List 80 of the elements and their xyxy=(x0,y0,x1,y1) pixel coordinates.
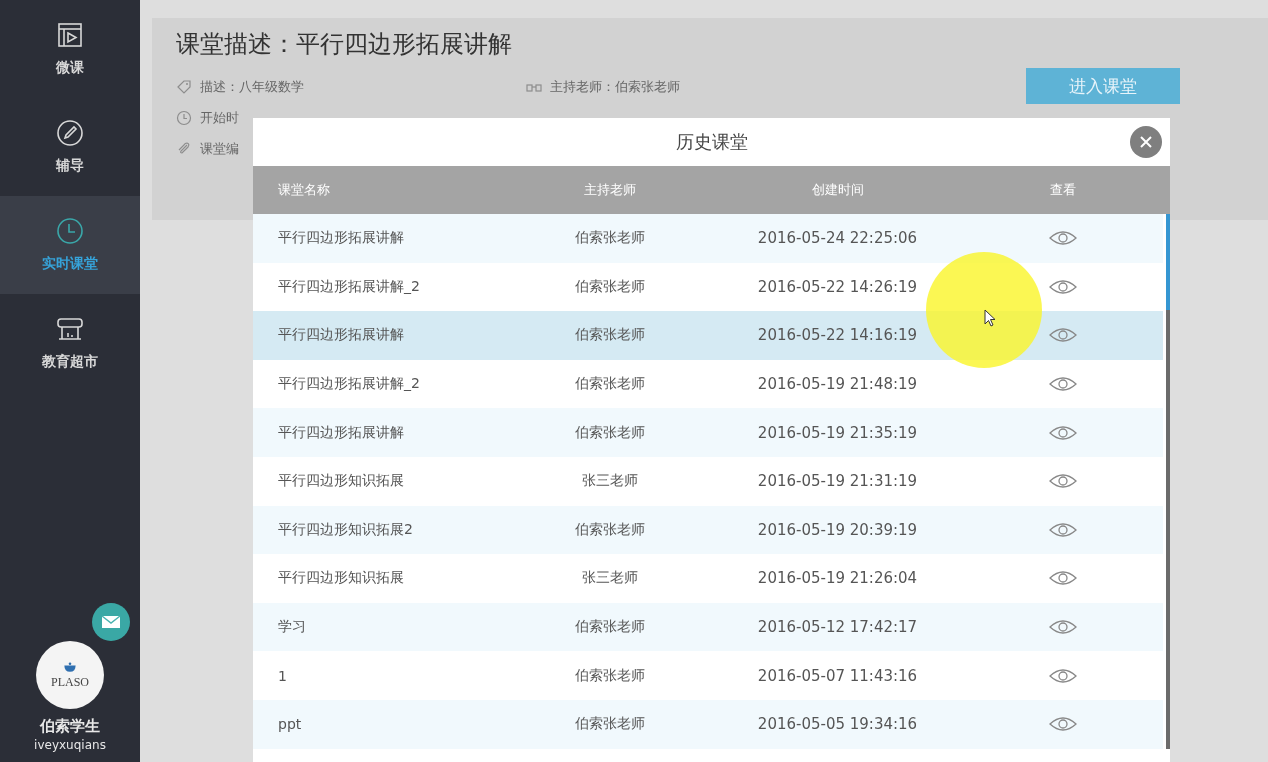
table-row[interactable]: 平行四边形拓展讲解 伯索张老师 2016-05-24 22:25:06 xyxy=(253,214,1163,263)
clock-icon xyxy=(176,110,192,126)
view-icon[interactable] xyxy=(1048,278,1077,295)
lesson-name: 学习 xyxy=(277,618,307,637)
teacher-name: 伯索张老师 xyxy=(574,229,646,248)
lesson-name: 平行四边形拓展讲解 xyxy=(277,423,405,442)
column-header: 主持老师 xyxy=(583,181,637,199)
dialog-title: 历史课堂 xyxy=(675,130,748,154)
close-button[interactable] xyxy=(1130,126,1162,158)
lesson-name: 1 xyxy=(277,667,288,684)
created-time: 2016-05-22 14:16:19 xyxy=(756,326,919,345)
view-icon[interactable] xyxy=(1048,521,1077,538)
teacher-name: 张三老师 xyxy=(581,569,639,588)
field-text: 主持老师：伯索张老师 xyxy=(550,78,680,96)
teacher-name: 伯索张老师 xyxy=(574,666,646,685)
created-time: 2016-05-19 21:48:19 xyxy=(756,375,919,394)
sidebar-item[interactable]: 教育超市 xyxy=(0,294,140,392)
logo-text: PLASO xyxy=(51,674,89,690)
video-icon xyxy=(56,21,84,49)
sidebar-item[interactable]: 微课 xyxy=(0,0,140,98)
view-icon[interactable] xyxy=(1048,424,1077,441)
teapot-icon xyxy=(62,660,78,673)
paperclip-icon xyxy=(176,141,192,157)
lesson-name: 平行四边形拓展讲解_2 xyxy=(277,375,421,394)
table-row[interactable]: 平行四边形知识拓展2 伯索张老师 2016-05-19 20:39:19 xyxy=(253,505,1163,555)
lesson-title: 课堂描述：平行四边形拓展讲解 xyxy=(176,29,513,60)
lesson-name: 平行四边形拓展讲解 xyxy=(277,229,405,248)
sidebar-item[interactable]: 辅导 xyxy=(0,98,140,196)
teacher-name: 伯索张老师 xyxy=(574,618,646,637)
created-time: 2016-05-12 17:42:17 xyxy=(756,618,919,637)
store-icon xyxy=(56,315,84,343)
table-row[interactable]: ppt 伯索张老师 2016-05-05 19:34:16 xyxy=(253,699,1163,749)
field-text: 描述：八年级数学 xyxy=(200,78,304,96)
view-icon[interactable] xyxy=(1048,619,1077,636)
view-icon[interactable] xyxy=(1048,716,1077,733)
teacher-name: 伯索张老师 xyxy=(574,277,646,296)
field-text: 开始时 xyxy=(200,109,239,127)
avatar[interactable]: PLASO xyxy=(36,641,104,709)
created-time: 2016-05-24 22:25:06 xyxy=(756,229,919,248)
column-header: 查看 xyxy=(1048,181,1077,199)
field-text: 课堂编 xyxy=(200,140,239,158)
column-header: 创建时间 xyxy=(810,181,865,199)
sidebar-item[interactable]: 实时课堂 xyxy=(0,196,140,294)
table-row[interactable]: 学习 伯索张老师 2016-05-12 17:42:17 xyxy=(253,602,1163,652)
teacher-name: 伯索张老师 xyxy=(574,326,646,345)
mail-icon[interactable] xyxy=(92,603,130,641)
teacher-name: 伯索张老师 xyxy=(574,375,646,394)
scrollbar[interactable] xyxy=(1166,214,1170,749)
created-time: 2016-05-22 14:26:19 xyxy=(756,277,919,296)
view-icon[interactable] xyxy=(1048,473,1077,490)
created-time: 2016-05-19 21:35:19 xyxy=(756,423,919,442)
view-icon[interactable] xyxy=(1048,667,1077,684)
tag-icon xyxy=(176,79,192,95)
created-time: 2016-05-19 21:31:19 xyxy=(756,472,919,491)
view-icon[interactable] xyxy=(1048,376,1077,393)
lesson-name: 平行四边形知识拓展 xyxy=(277,569,405,588)
teacher-name: 伯索张老师 xyxy=(574,520,646,539)
view-icon[interactable] xyxy=(1048,327,1077,344)
created-time: 2016-05-07 11:43:16 xyxy=(756,666,919,685)
lesson-name: 平行四边形拓展讲解_2 xyxy=(277,277,421,296)
view-icon[interactable] xyxy=(1048,230,1077,247)
lesson-name: 平行四边形知识拓展2 xyxy=(277,520,414,539)
teacher-name: 伯索张老师 xyxy=(574,423,646,442)
lesson-name: ppt xyxy=(277,716,303,733)
table-row[interactable]: 平行四边形拓展讲解 伯索张老师 2016-05-19 21:35:19 xyxy=(253,408,1163,457)
pencil-icon xyxy=(56,119,84,147)
cursor-icon xyxy=(984,309,996,327)
username: iveyxuqians xyxy=(34,738,106,752)
lesson-name: 平行四边形拓展讲解 xyxy=(277,326,405,345)
close-icon xyxy=(1140,136,1152,148)
view-icon[interactable] xyxy=(1048,570,1077,587)
teacher-name: 伯索张老师 xyxy=(574,715,646,734)
user-name: 伯索学生 xyxy=(40,717,100,736)
clock-icon xyxy=(56,217,84,245)
created-time: 2016-05-05 19:34:16 xyxy=(756,715,919,734)
lesson-name: 平行四边形知识拓展 xyxy=(277,472,405,491)
teacher-name: 张三老师 xyxy=(581,472,639,491)
created-time: 2016-05-19 20:39:19 xyxy=(756,520,919,539)
created-time: 2016-05-19 21:26:04 xyxy=(756,569,919,588)
column-header: 课堂名称 xyxy=(277,181,331,199)
